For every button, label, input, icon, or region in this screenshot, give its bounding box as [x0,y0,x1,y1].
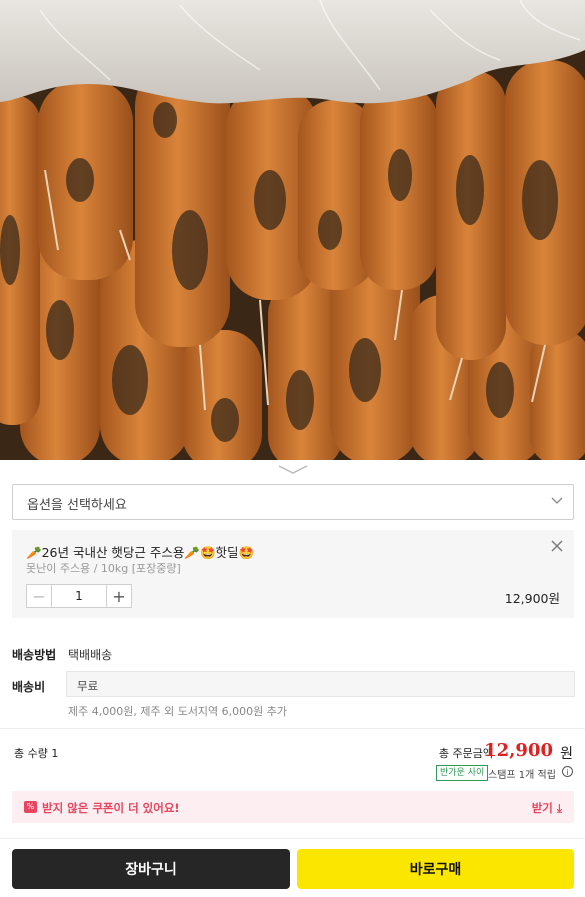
quantity-value[interactable]: 1 [52,585,106,607]
close-icon[interactable] [550,539,564,553]
chevron-down-icon [551,497,563,504]
option-title: 🥕26년 국내산 햇당근 주스용🥕🤩핫딜🤩 [26,545,255,560]
product-image [0,0,585,460]
selected-option: 🥕26년 국내산 햇당근 주스용🥕🤩핫딜🤩 못난이 주스용 / 10kg [포장… [12,530,574,618]
panel-handle[interactable] [0,460,585,482]
divider [0,728,585,729]
shipping-method-value: 택배배송 [68,648,113,662]
chevron-down-icon [278,465,308,474]
option-select[interactable]: 옵션을 선택하세요 [12,484,574,520]
stamp-badge: 반가운 사이 [436,765,489,781]
download-icon: ⤓ [556,801,562,815]
coupon-text: 받지 않은 쿠폰이 더 있어요! [42,801,180,815]
increase-button[interactable]: + [106,585,131,607]
shipping-fee-box: 무료 [66,671,575,697]
shipping-method-label: 배송방법 [12,648,57,662]
option-subtitle: 못난이 주스용 / 10kg [포장중량] [26,562,181,575]
coupon-icon: % [24,801,37,813]
total-amount: 12,900 [484,740,553,761]
total-quantity: 총 수량 1 [14,747,59,760]
shipping-fee-label: 배송비 [12,680,46,694]
buy-now-button[interactable]: 바로구매 [297,849,574,889]
shipping-fee-value: 무료 [77,679,99,693]
quantity-stepper: − 1 + [26,584,132,608]
coupon-get-button[interactable]: 받기 ⤓ [532,800,562,816]
info-icon[interactable]: i [562,766,573,777]
bottom-action-bar: 장바구니 바로구매 [0,838,585,897]
stamp-text: 스탬프 1개 적립 [488,770,556,781]
option-price: 12,900원 [504,591,560,606]
coupon-banner[interactable]: % 받지 않은 쿠폰이 더 있어요! 받기 ⤓ [12,791,574,823]
coupon-get-label: 받기 [531,801,553,815]
shipping-fee-note: 제주 4,000원, 제주 외 도서지역 6,000원 추가 [68,705,288,718]
carrot-photo [0,0,585,460]
option-select-placeholder: 옵션을 선택하세요 [27,498,127,513]
cart-button[interactable]: 장바구니 [12,849,290,889]
decrease-button[interactable]: − [27,585,52,607]
currency-label: 원 [560,746,573,762]
